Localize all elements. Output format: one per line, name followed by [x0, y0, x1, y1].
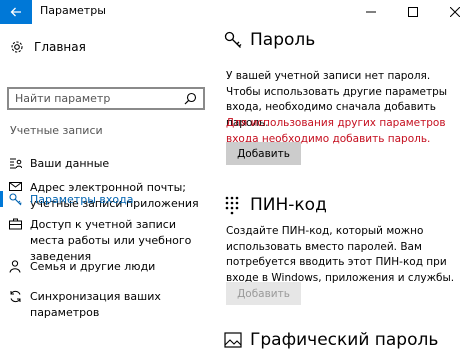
sidebar: Главная Учетные записи Ваши данные Адрес… — [0, 24, 214, 357]
sidebar-item-label: Синхронизация ваших параметров — [30, 290, 161, 319]
pin-title: ПИН-код — [250, 195, 327, 215]
picture-password-title: Графический пароль — [250, 330, 439, 350]
briefcase-icon — [0, 217, 30, 230]
password-header: Пароль — [224, 30, 315, 50]
people-icon — [0, 259, 30, 273]
back-button[interactable] — [0, 0, 32, 24]
add-password-button[interactable]: Добавить — [226, 142, 301, 165]
sidebar-item-label: Ваши данные — [30, 157, 110, 170]
minimize-button[interactable] — [356, 0, 386, 24]
window-title: Параметры — [40, 4, 106, 17]
sidebar-item-label: Семья и другие люди — [30, 260, 156, 273]
sidebar-item-your-info[interactable]: Ваши данные — [0, 156, 214, 172]
sidebar-item-sign-in-options[interactable]: Параметры входа — [0, 192, 214, 208]
close-icon — [450, 7, 460, 17]
close-button[interactable] — [440, 0, 470, 24]
nav-home[interactable]: Главная — [10, 37, 86, 57]
main-content: Пароль У вашей учетной записи нет пароля… — [214, 24, 474, 357]
search-box[interactable] — [7, 87, 205, 110]
picture-icon — [224, 331, 250, 349]
person-card-icon — [0, 156, 30, 170]
back-arrow-icon — [10, 7, 21, 17]
pin-description: Создайте ПИН-код, который можно использо… — [226, 225, 455, 284]
key-icon — [224, 31, 250, 49]
title-bar: Параметры — [0, 0, 474, 24]
nav-home-label: Главная — [34, 40, 86, 54]
key-icon — [0, 192, 30, 206]
sync-icon — [0, 289, 30, 303]
sidebar-item-sync[interactable]: Синхронизация ваших параметров — [0, 289, 214, 321]
search-icon — [184, 92, 197, 105]
keypad-icon — [224, 195, 250, 215]
pin-header: ПИН-код — [224, 195, 327, 215]
sidebar-item-label: Доступ к учетной записи места работы или… — [30, 218, 192, 263]
maximize-icon — [408, 7, 418, 17]
add-pin-button[interactable]: Добавить — [226, 282, 301, 305]
mail-icon — [0, 180, 30, 192]
search-input[interactable] — [15, 91, 175, 106]
gear-icon — [11, 41, 23, 53]
minimize-icon — [366, 11, 376, 13]
password-title: Пароль — [250, 30, 316, 50]
sidebar-item-label: Параметры входа — [30, 193, 134, 206]
sidebar-item-work-access[interactable]: Доступ к учетной записи места работы или… — [0, 217, 214, 265]
picture-password-header: Графический пароль — [224, 330, 438, 350]
section-label: Учетные записи — [10, 124, 103, 137]
maximize-button[interactable] — [398, 0, 428, 24]
sidebar-item-family[interactable]: Семья и другие люди — [0, 259, 214, 275]
